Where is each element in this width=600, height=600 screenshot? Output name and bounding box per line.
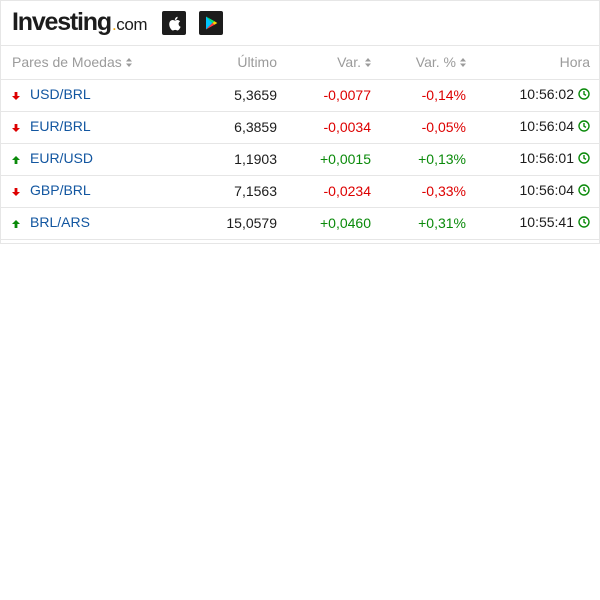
column-header-time[interactable]: Hora	[466, 46, 599, 79]
pair-link[interactable]: GBP/BRL	[30, 182, 91, 198]
time-value: 10:56:02	[519, 86, 575, 103]
change-value: -0,0034	[323, 119, 371, 135]
table-row[interactable]: GBP/BRL 7,1563 -0,0234 -0,33% 10:56:04	[1, 175, 599, 207]
time-value: 10:56:01	[519, 150, 575, 167]
change-percent: -0,14%	[421, 87, 466, 103]
arrow-up-icon	[12, 151, 20, 167]
time-value: 10:56:04	[519, 182, 575, 199]
table-header-row: Pares de Moedas Último Var. Var. % Hora	[1, 46, 599, 79]
sort-icon	[365, 54, 371, 70]
table-row[interactable]: EUR/BRL 6,3859 -0,0034 -0,05% 10:56:04	[1, 111, 599, 143]
currency-widget: Investing .com Pares de Moedas Último Var…	[0, 0, 600, 244]
arrow-down-icon	[12, 119, 20, 135]
sort-icon	[460, 54, 466, 70]
google-play-button[interactable]	[199, 11, 224, 35]
pair-link[interactable]: USD/BRL	[30, 86, 91, 102]
apple-icon	[168, 16, 181, 31]
clock-icon	[578, 151, 590, 167]
column-header-pair[interactable]: Pares de Moedas	[1, 46, 201, 79]
pair-link[interactable]: BRL/ARS	[30, 214, 90, 230]
sort-icon	[125, 54, 132, 70]
column-header-last[interactable]: Último	[201, 46, 277, 79]
last-price: 5,3659	[234, 87, 277, 103]
change-value: +0,0015	[320, 151, 371, 167]
change-value: -0,0234	[323, 183, 371, 199]
arrow-down-icon	[12, 87, 20, 103]
table-row[interactable]: BRL/ARS 15,0579 +0,0460 +0,31% 10:55:41	[1, 207, 599, 239]
last-price: 15,0579	[226, 215, 277, 231]
last-price: 7,1563	[234, 183, 277, 199]
arrow-down-icon	[12, 183, 20, 199]
pair-link[interactable]: EUR/BRL	[30, 118, 91, 134]
arrow-up-icon	[12, 215, 20, 231]
table-row[interactable]: EUR/USD 1,1903 +0,0015 +0,13% 10:56:01	[1, 143, 599, 175]
change-percent: -0,33%	[421, 183, 466, 199]
change-value: +0,0460	[320, 215, 371, 231]
time-value: 10:55:41	[519, 214, 575, 231]
currency-table: Pares de Moedas Último Var. Var. % Hora …	[1, 46, 599, 240]
investing-logo[interactable]: Investing .com	[12, 9, 148, 35]
change-percent: +0,13%	[418, 151, 466, 167]
last-price: 1,1903	[234, 151, 277, 167]
pair-link[interactable]: EUR/USD	[30, 150, 93, 166]
app-store-button[interactable]	[162, 11, 187, 35]
change-percent: -0,05%	[421, 119, 466, 135]
last-price: 6,3859	[234, 119, 277, 135]
clock-icon	[578, 119, 590, 135]
table-row[interactable]: USD/BRL 5,3659 -0,0077 -0,14% 10:56:02	[1, 79, 599, 111]
widget-header: Investing .com	[1, 1, 599, 46]
google-play-icon	[205, 16, 218, 30]
clock-icon	[578, 87, 590, 103]
change-value: -0,0077	[323, 87, 371, 103]
clock-icon	[578, 183, 590, 199]
column-header-change[interactable]: Var.	[277, 46, 371, 79]
time-value: 10:56:04	[519, 118, 575, 135]
column-header-change-pct[interactable]: Var. %	[371, 46, 466, 79]
change-percent: +0,31%	[418, 215, 466, 231]
clock-icon	[578, 215, 590, 231]
